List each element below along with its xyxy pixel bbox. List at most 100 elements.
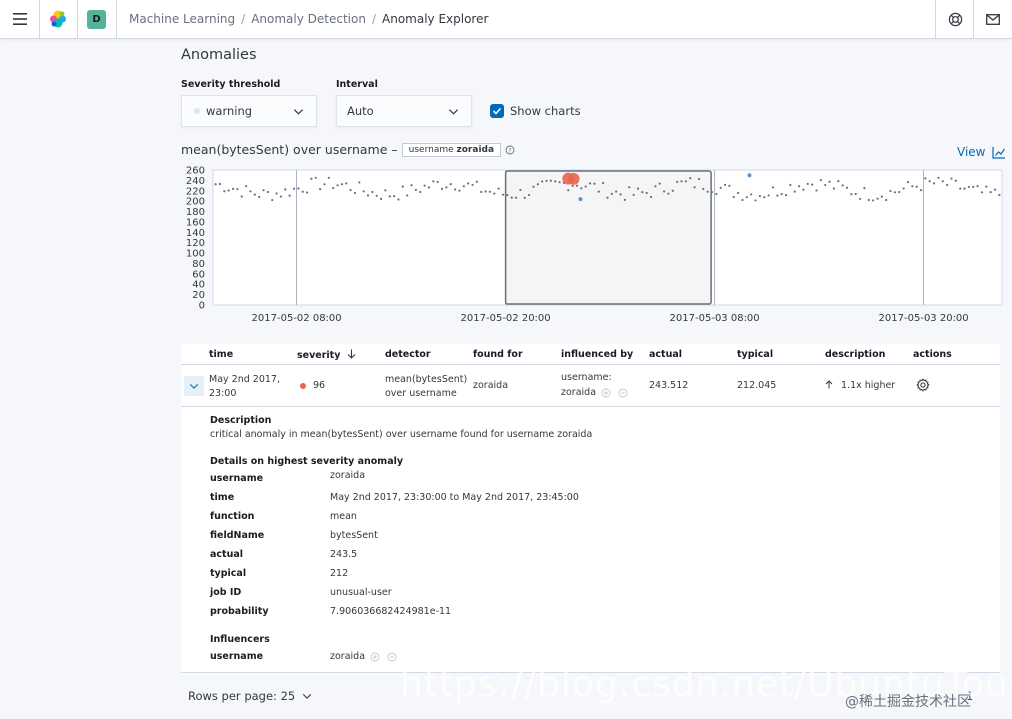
column-header-influenced-by[interactable]: influenced by: [561, 349, 633, 360]
y-tick-label: 60: [192, 269, 205, 280]
data-point: [863, 187, 866, 190]
info-icon[interactable]: ?: [505, 145, 515, 155]
data-point: [649, 195, 653, 199]
space-selector[interactable]: D: [77, 0, 116, 38]
breadcrumb-anomaly-detection[interactable]: Anomaly Detection: [251, 12, 366, 26]
column-header-description[interactable]: description: [825, 349, 885, 360]
data-point: [619, 193, 622, 196]
data-point: [610, 192, 613, 195]
filter-out-icon[interactable]: [618, 388, 628, 398]
column-header-typical[interactable]: typical: [737, 349, 773, 360]
breadcrumb-machine-learning[interactable]: Machine Learning: [129, 12, 235, 26]
detail-label-time: time: [210, 492, 235, 503]
data-point: [628, 186, 631, 189]
filter-in-icon[interactable]: [370, 652, 380, 662]
data-point: [436, 180, 439, 184]
x-tick-label: 2017-05-03 08:00: [670, 313, 760, 324]
data-point: [423, 184, 426, 187]
column-header-severity[interactable]: severity: [297, 349, 356, 361]
data-point: [327, 176, 330, 179]
data-point: [880, 195, 883, 198]
data-point: [292, 187, 296, 190]
data-point: [488, 190, 492, 193]
data-point: [545, 179, 548, 182]
cell-time: May 2nd 2017, 23:00: [209, 373, 280, 401]
data-point: [815, 189, 818, 192]
show-charts-checkbox[interactable]: [490, 104, 504, 118]
elastic-logo[interactable]: [39, 0, 77, 38]
show-charts-label[interactable]: Show charts: [510, 104, 581, 118]
data-point: [432, 180, 435, 183]
y-tick-label: 240: [186, 176, 205, 187]
data-point: [811, 183, 814, 186]
data-point: [793, 190, 796, 193]
expand-row-button[interactable]: [184, 376, 204, 396]
column-header-found-for[interactable]: found for: [473, 349, 523, 360]
highest-severity-heading: Details on highest severity anomaly: [210, 456, 404, 467]
severity-threshold-value: warning: [206, 104, 253, 118]
newsfeed-button[interactable]: [974, 0, 1012, 38]
data-point: [902, 187, 905, 190]
data-point: [379, 197, 383, 200]
data-point: [872, 199, 875, 202]
data-point: [654, 185, 657, 188]
anomalies-table-header: time severity detector found for influen…: [181, 344, 1000, 365]
y-tick-label: 40: [192, 280, 205, 291]
influencer-value: zoraida: [330, 651, 366, 662]
menu-button[interactable]: [0, 0, 39, 38]
data-point: [388, 195, 391, 198]
data-point: [906, 180, 910, 184]
data-point: [271, 198, 274, 202]
y-tick-label: 200: [186, 197, 205, 208]
data-point: [828, 180, 831, 183]
data-point: [275, 192, 278, 195]
entity-field-name: username: [408, 144, 454, 155]
data-point: [349, 188, 352, 192]
column-header-actions: actions: [913, 349, 952, 360]
influencers-heading: Influencers: [210, 634, 270, 645]
interval-select[interactable]: Auto: [336, 95, 472, 127]
elastic-logo-icon: [50, 10, 66, 28]
data-point: [841, 184, 844, 187]
filter-out-icon[interactable]: [387, 652, 397, 662]
data-point: [532, 185, 535, 188]
column-header-detector[interactable]: detector: [385, 349, 431, 360]
severity-threshold-select[interactable]: warning: [181, 95, 317, 127]
data-point: [414, 188, 418, 191]
data-point: [689, 177, 692, 180]
data-point: [732, 195, 735, 199]
chart-title: mean(bytesSent) over username – username…: [181, 142, 515, 157]
data-point: [928, 180, 931, 183]
column-header-actual[interactable]: actual: [649, 349, 682, 360]
cell-detector-line2: over username: [385, 388, 457, 399]
anomaly-chart[interactable]: 020406080100120140160180200220240260 2017…: [180, 162, 1006, 324]
data-point: [567, 189, 570, 192]
column-header-time[interactable]: time: [209, 349, 233, 360]
detail-value-typical: 212: [330, 568, 349, 579]
data-point: [453, 188, 457, 191]
data-point: [954, 179, 957, 182]
data-point: [797, 185, 801, 188]
data-point: [998, 193, 1001, 197]
gear-icon: [916, 378, 930, 392]
data-point: [397, 198, 400, 201]
rows-per-page-select[interactable]: Rows per page: 25: [188, 689, 312, 703]
data-point: [667, 192, 670, 195]
data-point: [697, 177, 701, 181]
severity-critical-dot: [300, 382, 306, 389]
svg-text:?: ?: [508, 147, 511, 154]
x-tick-label: 2017-05-02 20:00: [461, 313, 551, 324]
data-point: [767, 194, 770, 197]
help-button[interactable]: [936, 0, 974, 38]
detail-label-username: username: [210, 473, 264, 484]
data-point: [258, 195, 261, 199]
anomaly-marker: [747, 173, 752, 178]
data-point: [693, 186, 696, 189]
anomaly-details-panel: Description critical anomaly in mean(byt…: [181, 407, 1000, 673]
y-tick-label: 160: [186, 217, 205, 228]
filter-in-icon[interactable]: [601, 388, 611, 398]
data-point: [728, 184, 731, 188]
y-tick-label: 120: [186, 238, 205, 249]
actions-gear-button[interactable]: [916, 378, 930, 395]
view-in-single-metric-link[interactable]: View: [957, 145, 1006, 159]
